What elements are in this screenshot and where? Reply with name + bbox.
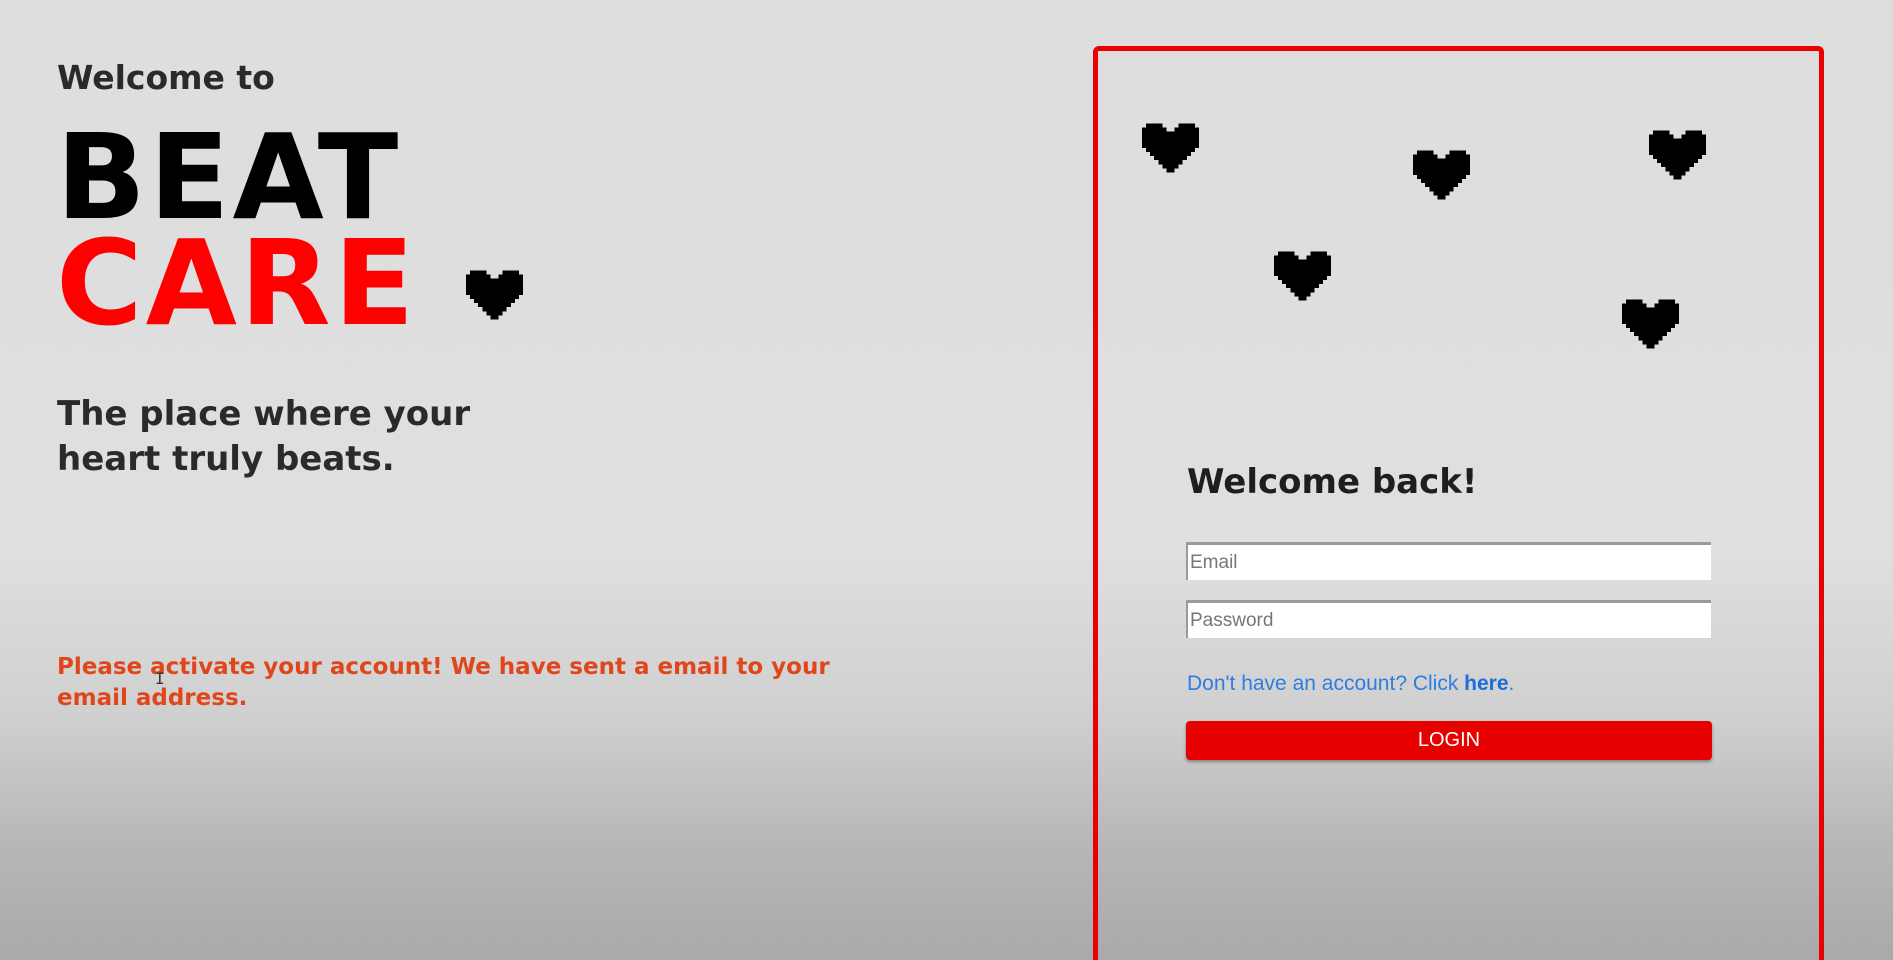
pixel-heart-icon	[1274, 251, 1331, 301]
signup-link[interactable]: here	[1464, 672, 1508, 695]
pixel-heart-icon	[1649, 130, 1706, 180]
login-button[interactable]: LOGIN	[1186, 721, 1712, 760]
pixel-heart-icon	[1413, 150, 1470, 200]
tagline: The place where your heart truly beats.	[57, 392, 497, 482]
tagline-line-1: The place where your	[57, 394, 471, 434]
tagline-line-2: heart truly beats.	[57, 439, 395, 479]
welcome-to-heading: Welcome to	[57, 58, 275, 97]
pixel-heart-icon	[1622, 299, 1679, 349]
signup-prompt: Don't have an account? Click here.	[1187, 672, 1514, 696]
login-title: Welcome back!	[1187, 462, 1478, 502]
pixel-heart-icon	[1142, 123, 1199, 173]
brand-logo-care: CARE	[56, 214, 418, 352]
activation-message: Please activate your account! We have se…	[57, 654, 830, 711]
pixel-heart-icon	[466, 270, 523, 320]
text-cursor-icon: I	[155, 669, 165, 688]
password-field[interactable]	[1186, 600, 1711, 638]
signup-prompt-text: Don't have an account? Click	[1187, 672, 1465, 695]
email-field[interactable]	[1186, 542, 1711, 580]
signup-prompt-suffix: .	[1508, 672, 1515, 695]
